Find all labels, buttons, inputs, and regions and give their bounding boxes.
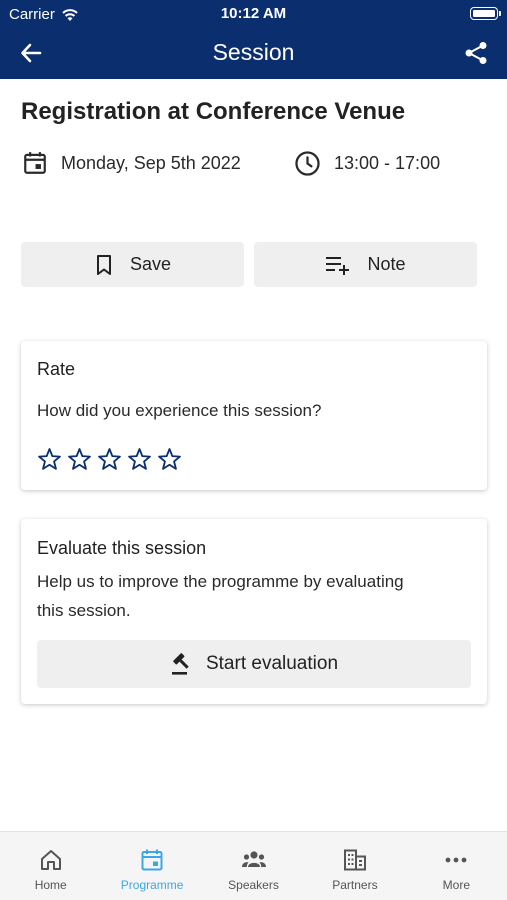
session-date-text: Monday, Sep 5th 2022 xyxy=(61,152,241,173)
tab-more-label: More xyxy=(442,878,470,892)
save-button-label: Save xyxy=(129,254,172,274)
star-3-icon[interactable] xyxy=(97,447,122,472)
bottom-tab-bar: Home Programme Speakers Partners More xyxy=(0,831,507,900)
session-time-text: 13:00 - 17:00 xyxy=(334,153,441,173)
save-button[interactable]: Save xyxy=(21,242,244,287)
share-button[interactable] xyxy=(462,39,490,67)
evaluate-text-line-1: Help us to improve the programme by eval… xyxy=(37,572,404,591)
home-icon xyxy=(40,850,61,870)
playlist-add-icon xyxy=(326,256,350,275)
nav-bar: Session xyxy=(0,28,507,79)
session-date: Monday, Sep 5th 2022 xyxy=(22,150,241,176)
rate-card: Rate How did you experience this session… xyxy=(21,341,487,490)
battery-icon xyxy=(470,7,501,20)
clock-icon xyxy=(295,151,320,176)
session-time: 13:00 - 17:00 xyxy=(294,150,440,177)
star-2-icon[interactable] xyxy=(67,447,92,472)
evaluate-card: Evaluate this session Help us to improve… xyxy=(21,519,487,704)
tab-more[interactable]: More xyxy=(406,832,507,900)
tab-speakers[interactable]: Speakers xyxy=(203,832,304,900)
tab-partners-label: Partners xyxy=(332,878,378,892)
building-icon xyxy=(343,849,366,871)
rate-title: Rate xyxy=(37,359,76,379)
calendar-icon xyxy=(24,152,46,174)
bookmark-icon xyxy=(96,254,111,275)
app-header: Carrier 10:12 AM Session xyxy=(0,0,507,79)
evaluate-title: Evaluate this session xyxy=(37,538,207,558)
evaluate-text-line-2: this session. xyxy=(37,601,131,620)
note-button[interactable]: Note xyxy=(254,242,477,287)
start-evaluation-label: Start evaluation xyxy=(205,653,339,674)
tab-home[interactable]: Home xyxy=(0,832,101,900)
star-1-icon[interactable] xyxy=(37,447,62,472)
share-icon xyxy=(465,42,487,64)
tab-speakers-label: Speakers xyxy=(228,878,279,892)
people-icon xyxy=(241,851,266,867)
rate-question: How did you experience this session? xyxy=(37,401,322,420)
start-evaluation-button[interactable]: Start evaluation xyxy=(37,640,471,688)
gavel-icon xyxy=(171,653,189,675)
session-title: Registration at Conference Venue xyxy=(21,98,406,125)
note-button-label: Note xyxy=(367,254,406,274)
tab-partners[interactable]: Partners xyxy=(304,832,405,900)
tab-home-label: Home xyxy=(34,878,67,892)
status-bar: Carrier 10:12 AM xyxy=(0,0,507,28)
tab-programme[interactable]: Programme xyxy=(101,832,202,900)
star-4-icon[interactable] xyxy=(127,447,152,472)
page-title: Session xyxy=(212,39,295,65)
star-rating xyxy=(37,447,182,472)
calendar-icon xyxy=(141,849,163,871)
tab-programme-label: Programme xyxy=(120,878,184,892)
more-icon xyxy=(445,857,467,863)
status-time: 10:12 AM xyxy=(220,5,287,22)
star-5-icon[interactable] xyxy=(157,447,182,472)
